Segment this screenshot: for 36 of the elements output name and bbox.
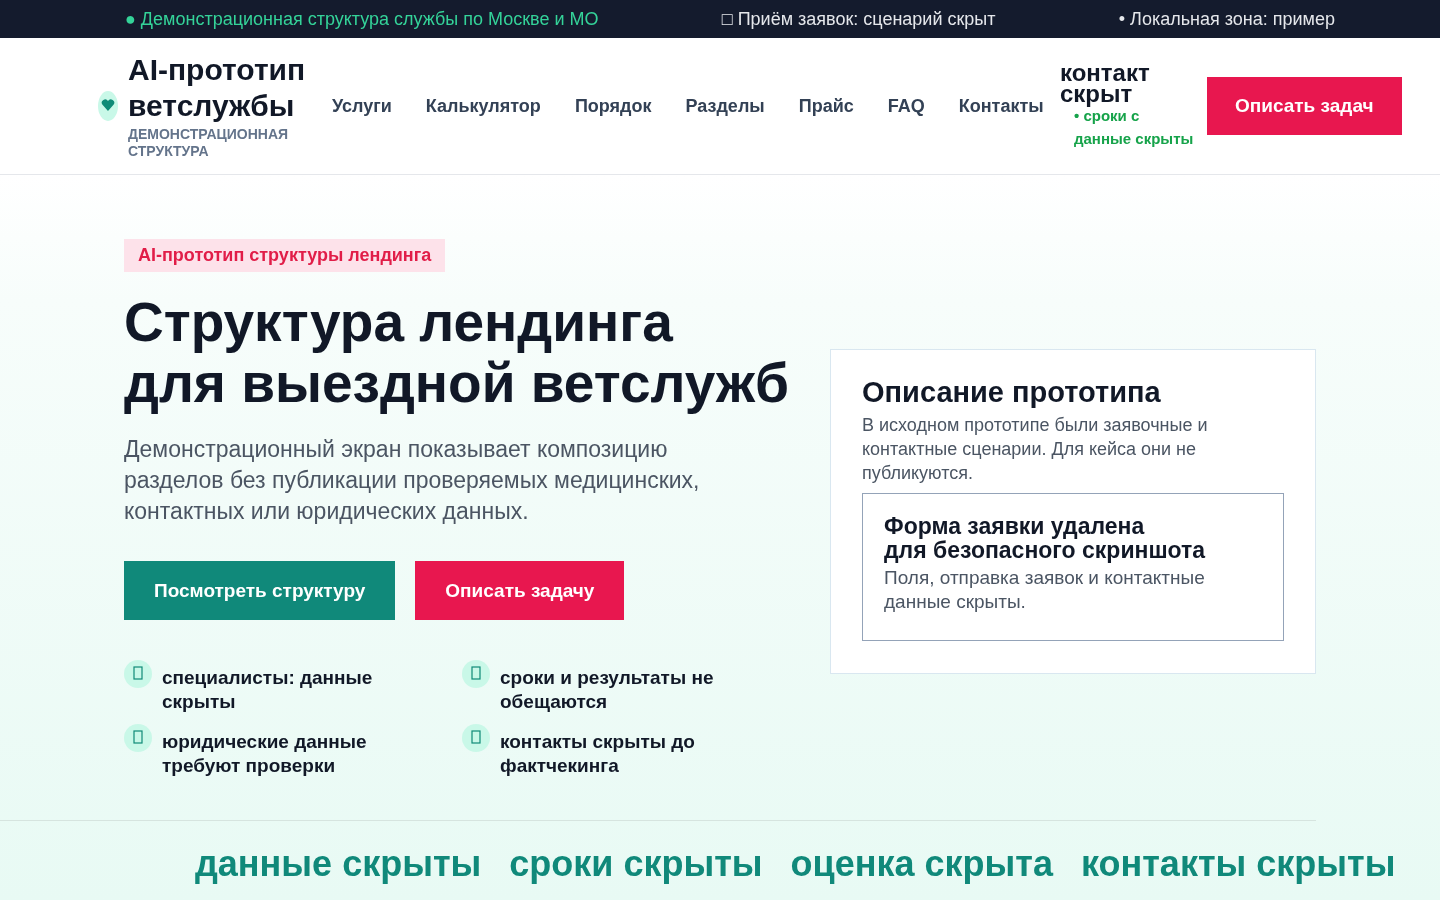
info-text: □ Приём заявок: сценарий скрыт: [721, 8, 996, 30]
stat-text: сроки скрыты: [509, 843, 763, 885]
stat-text: оценка скрыта: [790, 843, 1053, 885]
feature-bullet-icon: [124, 724, 152, 752]
nav-link[interactable]: Прайс: [798, 95, 854, 117]
nav-link[interactable]: FAQ: [887, 95, 925, 117]
logo-title: AI-прототип ветслужбы: [128, 52, 307, 124]
feature-text: специалисты: данные скрыты: [162, 666, 374, 714]
status-text: • сроки с: [1073, 107, 1141, 126]
cta-button[interactable]: Описать задач: [1207, 77, 1402, 135]
hero-description: Демонстрационный экран показывает композицию разделов без публикации проверяемых медицинских, контактных или юридических данных.: [124, 435, 701, 526]
nav-link[interactable]: Услуги: [332, 95, 392, 117]
notice-title: Форма заявки удалена для безопасного скриншота: [884, 514, 1207, 562]
logo-subtitle: ДЕМОНСТРАЦИОННАЯ СТРУКТУРА: [128, 126, 290, 160]
hero-badge: AI-прототип структуры лендинга: [124, 239, 446, 272]
view-structure-button[interactable]: Посмотреть структуру: [124, 561, 396, 620]
stat-text: контакты скрыты: [1080, 843, 1396, 885]
nav-link[interactable]: Порядок: [574, 95, 652, 117]
info-text: • Локальная зона: пример: [1118, 8, 1335, 30]
notice-text: Поля, отправка заявок и контактные данные скрыты.: [884, 566, 1206, 614]
nav-link[interactable]: Калькулятор: [425, 95, 541, 117]
feature-bullet-icon: [124, 660, 152, 688]
feature-text: сроки и результаты не обещаются: [500, 666, 715, 714]
info-text: ● Демонстрационная структура службы по Москве и МО: [125, 8, 599, 30]
card-title: Описание прототипа: [862, 376, 1162, 409]
card-text: В исходном прототипе были заявочные и контактные сценарии. Для кейса они не публикуются.: [862, 414, 1209, 485]
feature-text: юридические данные требуют проверки: [162, 730, 368, 778]
nav-link[interactable]: Разделы: [685, 95, 765, 117]
describe-task-button[interactable]: Описать задачу: [415, 561, 625, 620]
feature-bullet-icon: [462, 724, 490, 752]
feature-text: контакты скрыты до фактчекинга: [500, 730, 696, 778]
hero-title: Структура лендинга для выездной ветслужб: [124, 292, 790, 414]
nav-link[interactable]: Контакты: [958, 95, 1044, 117]
status-text: данные скрыты: [1073, 129, 1195, 149]
feature-bullet-icon: [462, 660, 490, 688]
stat-text: данные скрыты: [195, 843, 482, 885]
